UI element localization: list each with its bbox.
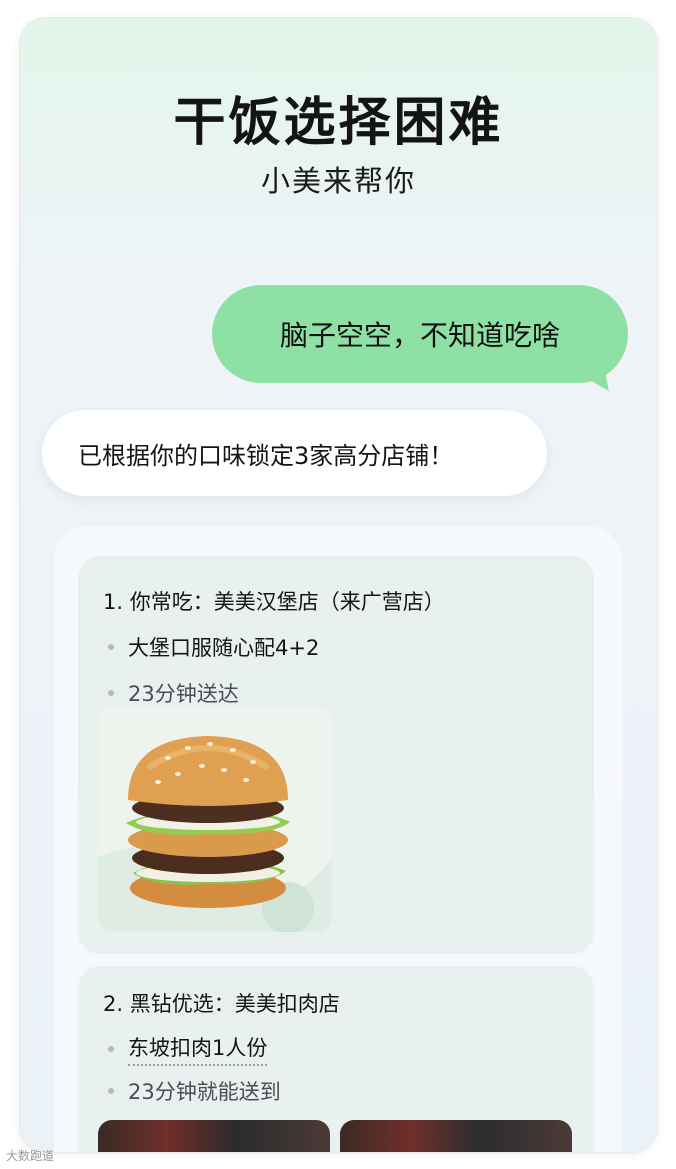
store-item-name: 大堡口服随心配4+2 <box>128 636 320 660</box>
bullet-dot <box>108 690 114 696</box>
braised-pork-image-secondary[interactable] <box>340 1120 572 1152</box>
store-card[interactable]: 1. 你常吃：美美汉堡店（来广营店） 大堡口服随心配4+2 23分钟送达 <box>78 556 594 954</box>
bullet-dot <box>108 1088 114 1094</box>
burger-illustration <box>98 708 332 932</box>
burger-image[interactable] <box>98 708 332 932</box>
page-subtitle: 小美来帮你 <box>260 164 416 198</box>
store-item-name: 东坡扣肉1人份 <box>128 1032 268 1066</box>
store-delivery-time: 23分钟送达 <box>128 682 239 706</box>
store-delivery-time: 23分钟就能送到 <box>128 1080 281 1104</box>
store-title: 2. 黑钻优选：美美扣肉店 <box>103 992 340 1016</box>
store-delivery-row: 23分钟就能送到 <box>108 1076 281 1106</box>
assistant-message-text: 已根据你的口味锁定3家高分店铺！ <box>78 441 454 470</box>
store-item-row: 东坡扣肉1人份 <box>108 1032 268 1066</box>
assistant-message-bubble: 已根据你的口味锁定3家高分店铺！ <box>42 410 547 496</box>
watermark: 大数跑道 <box>6 1149 55 1163</box>
user-message-text: 脑子空空，不知道吃啥 <box>279 319 560 352</box>
user-message-bubble: 脑子空空，不知道吃啥 <box>212 285 628 383</box>
user-bubble-tail <box>580 369 610 397</box>
store-item-row: 大堡口服随心配4+2 <box>108 632 319 662</box>
braised-pork-image[interactable] <box>98 1120 330 1152</box>
bullet-dot <box>108 644 114 650</box>
store-card[interactable]: 2. 黑钻优选：美美扣肉店 东坡扣肉1人份 23分钟就能送到 <box>78 966 594 1152</box>
bullet-dot <box>108 1046 114 1052</box>
store-title: 1. 你常吃：美美汉堡店（来广营店） <box>103 590 445 614</box>
store-delivery-row: 23分钟送达 <box>108 678 239 708</box>
app-screen: 干饭选择困难 小美来帮你 脑子空空，不知道吃啥 已根据你的口味锁定3家高分店铺！… <box>20 18 657 1152</box>
page-title: 干饭选择困难 <box>173 93 504 153</box>
